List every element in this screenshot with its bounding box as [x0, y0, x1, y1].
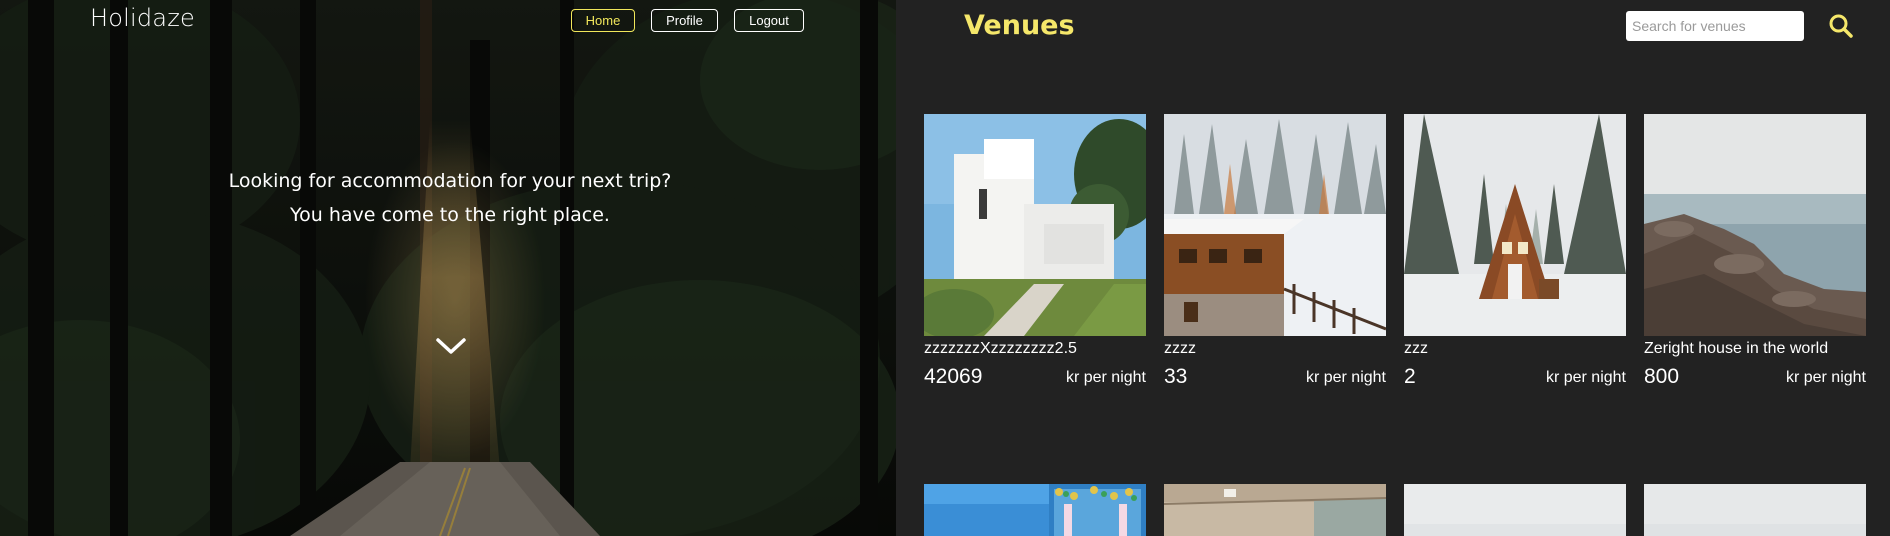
venue-image-a-frame-cabin — [1404, 114, 1626, 336]
venue-image-partial[interactable] — [924, 484, 1146, 536]
brand-logo[interactable]: Holidaze — [90, 4, 195, 32]
venue-price: 33 — [1164, 365, 1188, 388]
nav-profile-button[interactable]: Profile — [651, 9, 718, 32]
venue-image-partial[interactable] — [1644, 484, 1866, 536]
venue-name: zzzzzzzXzzzzzzzz2.5 — [924, 340, 1077, 357]
venue-image-modern-house — [924, 114, 1146, 336]
venue-name: Zeright house in the world — [1644, 340, 1829, 357]
venue-card[interactable]: Zeright house in the world 800 kr per ni… — [1644, 114, 1866, 484]
venue-card[interactable]: zzz 2 kr per night — [1404, 114, 1626, 484]
nav-logout-button[interactable]: Logout — [734, 9, 804, 32]
venue-price: 800 — [1644, 365, 1680, 388]
venue-image-rocky-coast — [1644, 114, 1866, 336]
venue-card[interactable]: zzzzzzzXzzzzzzzz2.5 42069 kr per night — [924, 114, 1146, 484]
search-input[interactable] — [1626, 11, 1804, 41]
venues-title: Venues — [964, 10, 1075, 41]
tagline-line-1: Looking for accommodation for your next … — [228, 170, 672, 192]
chevron-down-icon[interactable] — [435, 335, 467, 357]
venue-card[interactable]: zzzz 33 kr per night — [1164, 114, 1386, 484]
venue-price-unit: kr per night — [1785, 369, 1866, 386]
venue-price-unit: kr per night — [1065, 369, 1146, 386]
venue-grid-row-2 — [924, 484, 1866, 536]
forest-road-background — [0, 0, 896, 536]
main-nav: Home Profile Logout — [571, 9, 804, 32]
search-icon[interactable] — [1828, 13, 1854, 39]
venue-image-snowy-chalet — [1164, 114, 1386, 336]
venue-image-partial[interactable] — [1404, 484, 1626, 536]
venue-price-unit: kr per night — [1305, 369, 1386, 386]
venue-name: zzzz — [1164, 340, 1196, 357]
hero-tagline: Looking for accommodation for your next … — [200, 164, 700, 232]
nav-home-button[interactable]: Home — [571, 9, 635, 32]
venues-section: Venues Search for venues zzzzzzzXzzzzzzz… — [896, 0, 1890, 536]
venue-price-unit: kr per night — [1545, 369, 1626, 386]
venue-grid: zzzzzzzXzzzzzzzz2.5 42069 kr per night z… — [924, 114, 1866, 484]
hero-section: Holidaze Home Profile Logout Looking for… — [0, 0, 896, 536]
venue-price: 42069 — [924, 365, 983, 388]
venue-name: zzz — [1404, 340, 1428, 357]
venue-price: 2 — [1404, 365, 1416, 388]
tagline-line-2: You have come to the right place. — [290, 204, 610, 226]
venue-image-partial[interactable] — [1164, 484, 1386, 536]
page: Holidaze Home Profile Logout Looking for… — [0, 0, 1890, 536]
